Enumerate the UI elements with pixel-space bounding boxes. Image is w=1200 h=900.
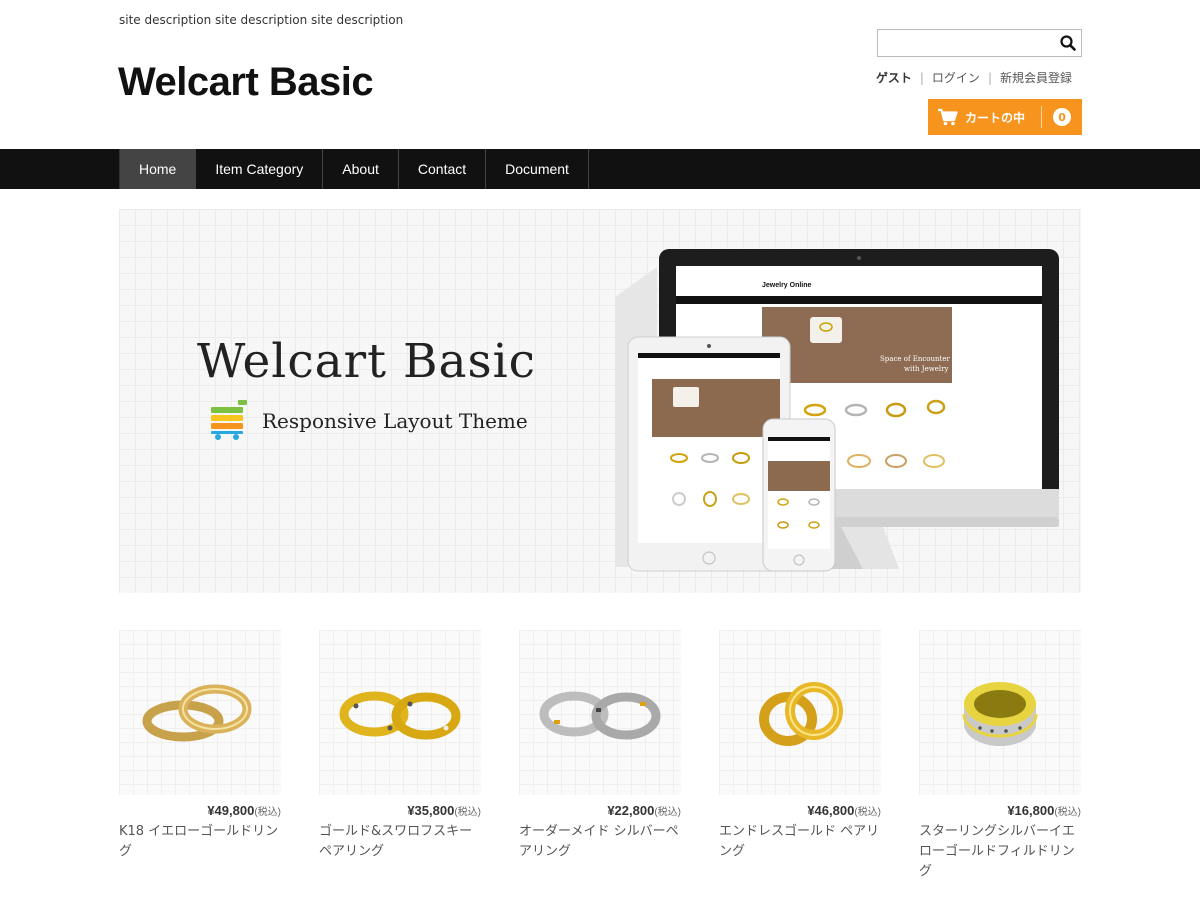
member-links: ゲスト | ログイン | 新規会員登録 [876,69,1072,86]
product-name[interactable]: スターリングシルバーイエローゴールドフィルドリング [919,822,1081,882]
search-input[interactable] [878,30,1055,56]
responsive-devices-illustration: Jewelry Online Space of Encounter with J… [615,249,1059,572]
product-name[interactable]: オーダーメイド シルバーペアリング [519,822,681,862]
cart-icon [938,108,958,126]
price-value: ¥46,800 [807,803,855,818]
tax-label: (税込) [254,807,281,818]
search-icon [1060,35,1076,51]
silver-gold-band-icon [962,681,1038,746]
product-name[interactable]: エンドレスゴールド ペアリング [719,822,881,862]
nav-item-label: About [342,161,379,177]
nav-item-about[interactable]: About [323,149,399,189]
price-value: ¥35,800 [407,803,455,818]
product-card[interactable]: ¥49,800(税込) K18 イエローゴールドリング [119,630,281,862]
product-image[interactable] [719,630,881,795]
hero-subtitle: Responsive Layout Theme [262,409,528,433]
hero-title: Welcart Basic [197,334,536,389]
cart-count-badge: 0 [1053,108,1072,126]
separator: | [987,70,992,85]
nav-item-document[interactable]: Document [486,149,589,189]
gold-endless-ring-icon [759,681,843,746]
welcart-cart-logo-icon [211,400,247,440]
tax-label: (税込) [1054,807,1081,818]
product-card[interactable]: ¥46,800(税込) エンドレスゴールド ペアリング [719,630,881,862]
cart-label: カートの中 [965,110,1026,125]
search-form [877,29,1082,57]
hero-banner[interactable]: Welcart Basic Responsive Layout Theme Je… [119,209,1081,593]
price-value: ¥22,800 [607,803,655,818]
separator: | [919,70,924,85]
search-button[interactable] [1055,30,1081,56]
product-card[interactable]: ¥16,800(税込) スターリングシルバーイエローゴールドフィルドリング [919,630,1081,882]
product-price: ¥49,800(税込) [119,803,281,818]
nav-item-label: Home [139,161,177,177]
guest-label: ゲスト [875,71,912,85]
product-name[interactable]: ゴールド&スワロフスキーペアリング [319,822,481,862]
product-name[interactable]: K18 イエローゴールドリング [119,822,281,862]
gold-ring-icon [142,684,252,741]
gold-stone-ring-icon [339,691,461,739]
screen-site-title: Jewelry Online [762,282,812,289]
product-list: ¥49,800(税込) K18 イエローゴールドリング ¥35,800(税込) … [119,630,1081,880]
tax-label: (税込) [654,807,681,818]
product-card[interactable]: ¥35,800(税込) ゴールド&スワロフスキーペアリング [319,630,481,862]
nav-item-home[interactable]: Home [120,149,197,189]
product-price: ¥22,800(税込) [519,803,681,818]
product-price: ¥46,800(税込) [719,803,881,818]
tax-label: (税込) [454,807,481,818]
register-link[interactable]: 新規会員登録 [1000,69,1072,86]
product-price: ¥35,800(税込) [319,803,481,818]
nav-item-contact[interactable]: Contact [399,149,487,189]
nav-item-label: Document [505,161,569,177]
cart-button[interactable]: カートの中 0 [928,99,1082,135]
product-price: ¥16,800(税込) [919,803,1081,818]
site-title[interactable]: Welcart Basic [118,60,374,105]
nav-item-label: Contact [417,161,467,177]
price-value: ¥49,800 [207,803,255,818]
price-value: ¥16,800 [1007,803,1055,818]
tax-label: (税込) [854,807,881,818]
cart-divider [1041,106,1043,128]
nav-item-item-category[interactable]: Item Category [196,149,324,189]
site-description: site description site description site d… [119,13,404,27]
login-link[interactable]: ログイン [932,69,980,86]
nav-item-label: Item Category [215,161,304,177]
product-image[interactable] [519,630,681,795]
product-card[interactable]: ¥22,800(税込) オーダーメイド シルバーペアリング [519,630,681,862]
product-image[interactable] [919,630,1081,795]
screen-tagline-2: with Jewelry [904,365,948,373]
silver-ring-icon [539,691,661,739]
product-image[interactable] [119,630,281,795]
product-image[interactable] [319,630,481,795]
screen-tagline-1: Space of Encounter [880,355,950,363]
global-navigation: Home Item Category About Contact Documen… [0,149,1200,189]
